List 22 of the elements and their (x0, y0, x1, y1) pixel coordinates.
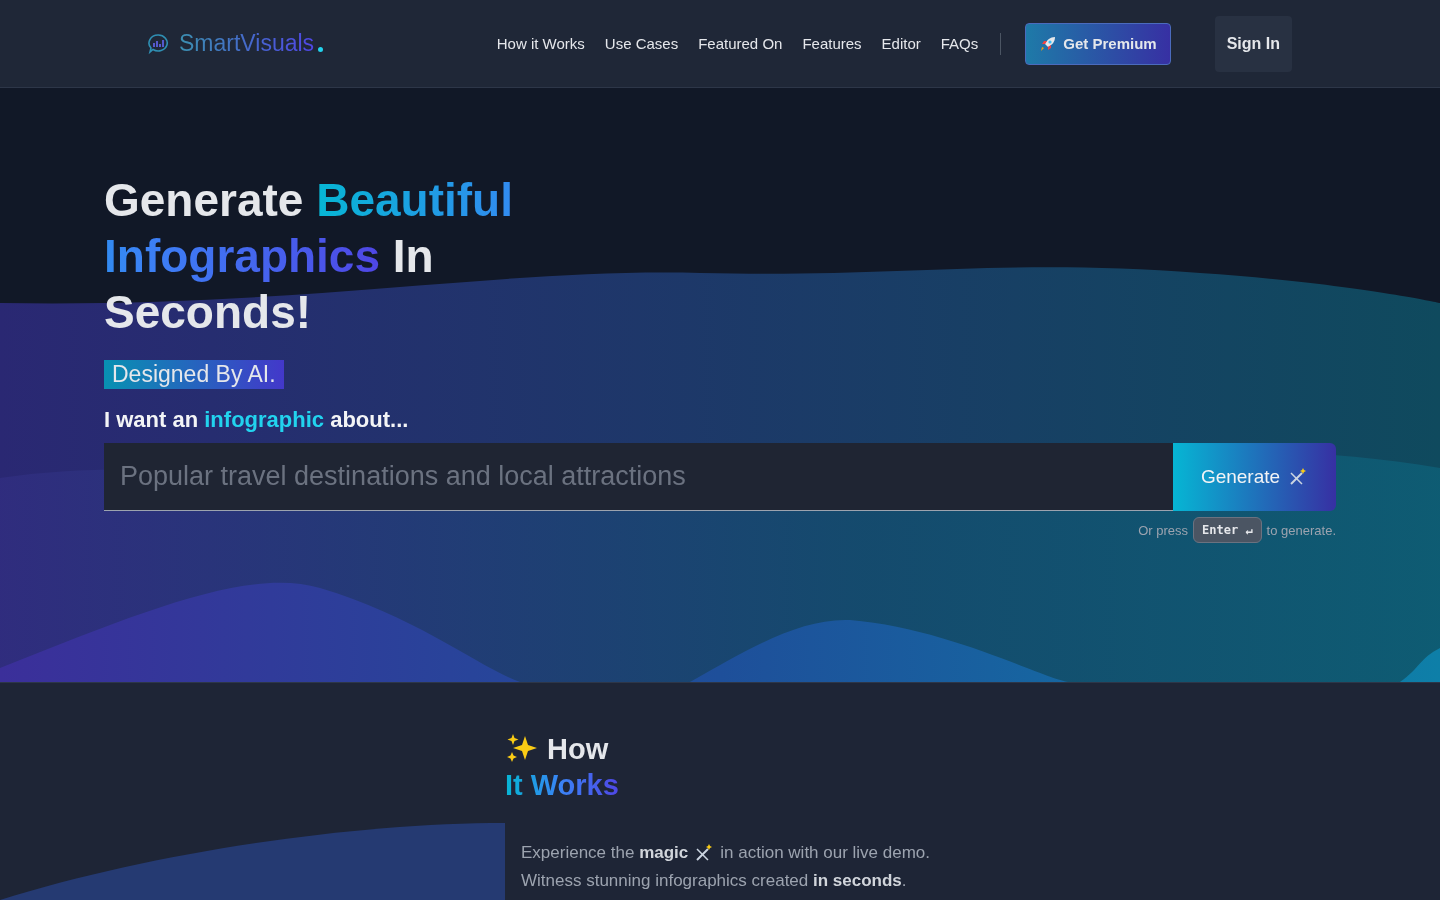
logo-dot (318, 47, 324, 52)
nav-link[interactable]: How it Works (496, 35, 585, 52)
premium-button[interactable]: Get Premium (1025, 22, 1171, 65)
rocket-icon (1039, 34, 1058, 53)
nav-link[interactable]: Editor (881, 35, 921, 52)
hint-text: to generate. (1266, 522, 1336, 538)
section-title: How (547, 732, 609, 767)
nav-link[interactable]: Features (802, 35, 862, 52)
topic-input-field[interactable]: Popular travel destinations and local attractions (104, 443, 1173, 511)
demo-text: Experience the magic (521, 842, 689, 864)
prompt-label: I want an infographic about... (104, 407, 410, 433)
sign-in-button[interactable]: Sign In (1214, 15, 1292, 72)
nav-link[interactable]: FAQs (940, 35, 979, 52)
chat-chart-icon (147, 32, 169, 55)
nav-link[interactable]: Use Cases (604, 35, 679, 52)
demo-text: Witness stunning infographics created in seconds. (521, 870, 907, 892)
hint-text: Or press (1138, 522, 1189, 538)
ai-badge: Designed By AI. (104, 360, 284, 389)
generate-button[interactable]: Generate (1173, 443, 1336, 511)
demo-text: in action with our live demo. (720, 842, 931, 864)
nav-link[interactable]: Featured On (698, 35, 783, 52)
enter-key: Enter ↵ (1193, 517, 1262, 543)
